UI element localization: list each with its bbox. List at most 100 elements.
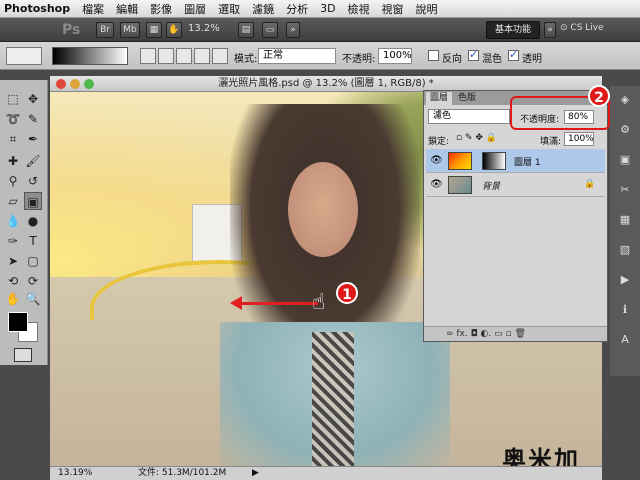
menu-filter[interactable]: 濾鏡 <box>246 1 280 17</box>
menu-bar: Photoshop 檔案 編輯 影像 圖層 選取 濾鏡 分析 3D 檢視 視窗 … <box>0 0 640 18</box>
styles-dock-icon[interactable]: ▧ <box>616 242 634 258</box>
path-select-icon[interactable]: ➤ <box>4 252 22 270</box>
brush-tool-icon[interactable]: 🖌 <box>24 152 42 170</box>
layer-row[interactable]: 👁 圖層 1 <box>426 149 605 173</box>
actions-dock-icon[interactable]: ▶ <box>616 272 634 288</box>
adjustments-dock-icon[interactable]: ▣ <box>616 152 634 168</box>
layer-row[interactable]: 👁 背景 🔒 <box>426 173 605 197</box>
opacity-input[interactable]: 100% <box>378 48 412 64</box>
menu-analysis[interactable]: 分析 <box>280 1 314 17</box>
3d-camera-icon[interactable]: ⟳ <box>24 272 42 290</box>
gradient-picker[interactable] <box>52 47 128 65</box>
layer-name: 圖層 1 <box>514 158 541 168</box>
menu-layer[interactable]: 圖層 <box>178 1 212 17</box>
workspace-more-icon[interactable]: » <box>544 22 556 38</box>
hand-tool-icon[interactable]: ✋ <box>4 290 22 308</box>
blend-mode-select[interactable]: 濾色 <box>428 109 510 124</box>
swatches-dock-icon[interactable]: ▦ <box>616 212 634 228</box>
quick-select-tool-icon[interactable]: ✎ <box>24 110 42 128</box>
transparency-checkbox[interactable] <box>508 48 519 61</box>
zoom-window-icon[interactable] <box>84 79 94 89</box>
transparency-label: 透明 <box>522 54 542 65</box>
zoom-readout[interactable]: 13.19% <box>58 467 92 480</box>
mini-bridge-button[interactable]: Mb <box>120 22 140 38</box>
visibility-eye-icon[interactable]: 👁 <box>430 179 443 190</box>
type-tool-icon[interactable]: T <box>24 232 42 250</box>
zoom-tool-icon[interactable]: 🔍 <box>24 290 42 308</box>
lasso-tool-icon[interactable]: ➰ <box>4 110 22 128</box>
lock-icons[interactable]: ▫ ✎ ✥ 🔒 <box>456 133 497 143</box>
menu-window[interactable]: 視窗 <box>376 1 410 17</box>
shape-tool-icon[interactable]: ▢ <box>24 252 42 270</box>
dither-checkbox[interactable] <box>468 48 479 61</box>
watermark-logo: 奥米加 <box>502 446 580 466</box>
fill-input[interactable]: 100% <box>564 132 594 146</box>
history-brush-icon[interactable]: ↺ <box>24 172 42 190</box>
diamond-gradient-icon[interactable] <box>212 48 228 64</box>
eraser-tool-icon[interactable]: ▱ <box>4 192 22 210</box>
reflected-gradient-icon[interactable] <box>194 48 210 64</box>
drag-arrow <box>238 302 318 305</box>
status-menu-icon[interactable]: ▶ <box>252 467 259 480</box>
screen-mode-button[interactable]: ▭ <box>262 22 278 38</box>
view-extras-button[interactable]: ▦ <box>146 22 162 38</box>
menu-3d[interactable]: 3D <box>314 2 341 15</box>
angle-gradient-icon[interactable] <box>176 48 192 64</box>
menu-image[interactable]: 影像 <box>144 1 178 17</box>
menu-view[interactable]: 檢視 <box>342 1 376 17</box>
stamp-tool-icon[interactable]: ⚲ <box>4 172 22 190</box>
cs-live-label: CS Live <box>570 23 604 33</box>
menu-help[interactable]: 說明 <box>410 1 444 17</box>
close-window-icon[interactable] <box>56 79 66 89</box>
application-bar: Ps Br Mb ▦ ✋ 13.2% ▤ ▭ » 基本功能 » ⊙ CS Liv… <box>0 18 640 42</box>
bridge-button[interactable]: Br <box>96 22 114 38</box>
marquee-tool-icon[interactable]: ⬚ <box>4 90 22 108</box>
workspace-button[interactable]: 基本功能 <box>486 21 540 39</box>
crop-tool-icon[interactable]: ⌗ <box>4 130 22 148</box>
hand-zoom-button[interactable]: ✋ <box>166 22 182 38</box>
layers-dock-icon[interactable]: ◈ <box>616 92 634 108</box>
mode-select[interactable]: 正常 <box>258 48 336 64</box>
step-1-badge: 1 <box>336 282 358 304</box>
linear-gradient-icon[interactable] <box>140 48 156 64</box>
tab-channels[interactable]: 色版 <box>454 92 480 105</box>
menu-file[interactable]: 檔案 <box>76 1 110 17</box>
3d-rotate-icon[interactable]: ⟲ <box>4 272 22 290</box>
cs-live-button[interactable]: ⊙ CS Live <box>560 23 604 33</box>
opacity-label: 不透明: <box>342 54 376 65</box>
zoom-level[interactable]: 13.2% <box>188 23 220 34</box>
reverse-checkbox[interactable] <box>428 50 439 61</box>
photo-scarf <box>312 332 354 466</box>
tools-panel: ⬚ ✥ ➰ ✎ ⌗ ✒ ✚ 🖌 ⚲ ↺ ▱ ▣ 💧 ● ✑ T ➤ ▢ ⟲ ⟳ … <box>0 80 48 365</box>
layer-thumbnail <box>448 152 472 170</box>
eyedropper-tool-icon[interactable]: ✒ <box>24 130 42 148</box>
tab-layers[interactable]: 圖層 <box>426 92 453 105</box>
quick-mask-icon[interactable] <box>14 348 32 362</box>
move-tool-icon[interactable]: ✥ <box>24 90 42 108</box>
visibility-eye-icon[interactable]: 👁 <box>430 155 443 166</box>
paths-dock-icon[interactable]: ✂ <box>616 182 634 198</box>
status-bar: 13.19% 文件: 51.3M/101.2M ▶ <box>50 466 602 480</box>
pen-tool-icon[interactable]: ✑ <box>4 232 22 250</box>
minimize-window-icon[interactable] <box>70 79 80 89</box>
healing-brush-icon[interactable]: ✚ <box>4 152 22 170</box>
app-menu[interactable]: Photoshop <box>0 2 76 15</box>
menu-select[interactable]: 選取 <box>212 1 246 17</box>
menu-edit[interactable]: 編輯 <box>110 1 144 17</box>
layers-bottom-bar: ∞ fx. ◘ ◐. ▭ ▫ 🗑 <box>424 326 607 341</box>
history-dock-icon[interactable]: ⚙ <box>616 122 634 138</box>
arrange-documents-button[interactable]: ▤ <box>238 22 254 38</box>
gradient-tool-icon[interactable]: ▣ <box>24 192 42 210</box>
foreground-color-swatch[interactable] <box>8 312 28 332</box>
tool-preset-picker[interactable] <box>6 47 42 65</box>
radial-gradient-icon[interactable] <box>158 48 174 64</box>
blur-tool-icon[interactable]: 💧 <box>4 212 22 230</box>
info-dock-icon[interactable]: ℹ <box>616 302 634 318</box>
dodge-tool-icon[interactable]: ● <box>24 212 42 230</box>
layer-name: 背景 <box>482 182 501 192</box>
more-button[interactable]: » <box>286 22 300 38</box>
file-size-info: 文件: 51.3M/101.2M <box>138 468 227 478</box>
character-dock-icon[interactable]: A <box>616 332 634 348</box>
layer-action-icons[interactable]: ∞ fx. ◘ ◐. ▭ ▫ 🗑 <box>424 329 526 339</box>
layers-panel: 圖層 色版 ≡ 濾色 不透明度: 80% 2 鎖定: ▫ ✎ ✥ 🔒 填滿: 1… <box>423 85 610 342</box>
